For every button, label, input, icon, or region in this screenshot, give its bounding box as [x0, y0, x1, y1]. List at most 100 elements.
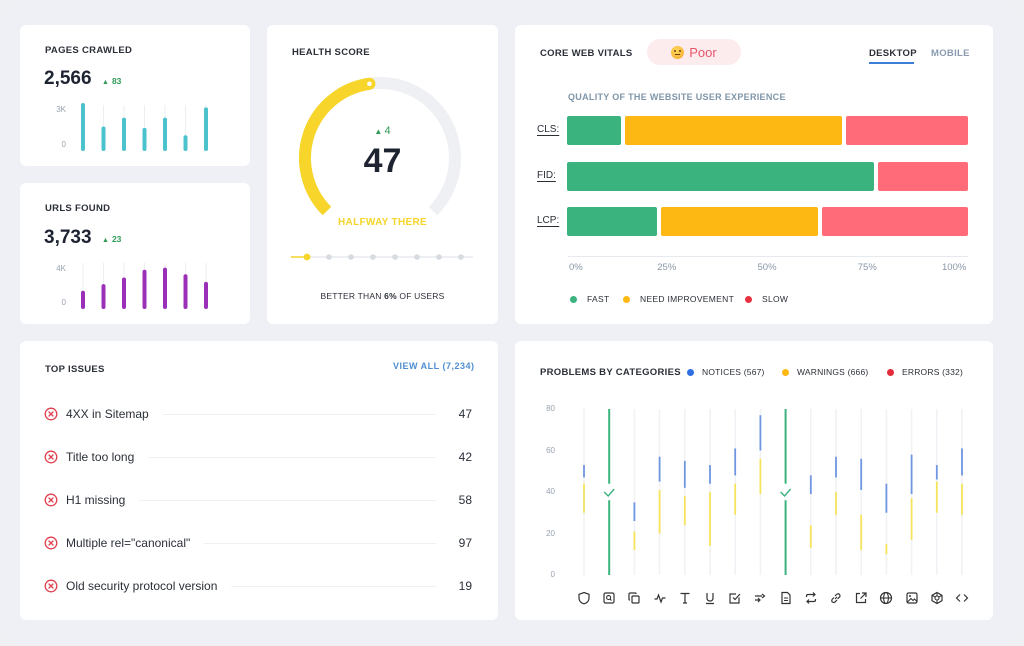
link-icon[interactable]: [829, 591, 843, 605]
underline-icon[interactable]: [703, 591, 717, 605]
cwv-bar-segment[interactable]: [625, 116, 842, 145]
health-status: HALFWAY THERE: [338, 217, 427, 228]
issue-divider: [231, 585, 436, 587]
health-score-title: HEALTH SCORE: [292, 47, 370, 58]
check-icon: [780, 488, 792, 498]
problems-chart: [583, 409, 963, 575]
globe-icon[interactable]: [879, 591, 893, 605]
issue-label: H1 missing: [66, 493, 126, 507]
health-score-card[interactable]: HEALTH SCORE ▲ 4 47 HALFWAY THERE BETTER…: [267, 25, 498, 324]
health-delta-value: 4: [384, 125, 391, 137]
legend-dot-icon: [570, 295, 577, 303]
issue-row[interactable]: 4XX in Sitemap 47: [44, 404, 472, 424]
gauge-knob-center: [367, 81, 372, 87]
problems-y-tick: 40: [546, 487, 555, 496]
step-dot: [392, 254, 398, 260]
problems-legend-item[interactable]: ERRORS (332): [887, 367, 963, 377]
shield-icon[interactable]: [577, 591, 591, 605]
urls-found-card[interactable]: URLS FOUND 3,733 ▲ 23 4K 0: [20, 183, 250, 324]
structure-icon[interactable]: [930, 591, 944, 605]
legend-label: NEED IMPROVEMENT: [640, 294, 735, 304]
issue-divider: [148, 456, 436, 458]
core-web-vitals-card[interactable]: CORE WEB VITALS Poor DESKTOP MOBILE QUAL…: [515, 25, 993, 324]
cwv-bar-segment[interactable]: [821, 207, 968, 236]
legend-dot-icon: [687, 368, 694, 376]
copy-icon[interactable]: [627, 591, 641, 605]
cwv-row-label[interactable]: CLS:: [537, 124, 559, 135]
comparison-suffix: OF USERS: [396, 291, 445, 301]
urls-found-delta-value: 23: [111, 234, 122, 244]
urls-found-value: 3,733: [44, 227, 92, 248]
error-circle-icon: [44, 450, 58, 464]
cwv-bar-segment[interactable]: [877, 162, 968, 191]
cwv-legend-item: NEED IMPROVEMENT: [623, 294, 734, 304]
y-label-min: 0: [61, 140, 66, 149]
problems-y-tick: 60: [546, 445, 555, 455]
step-dot: [458, 254, 464, 260]
cwv-row-label[interactable]: FID:: [537, 170, 556, 181]
health-progress-steps: [291, 253, 473, 261]
issue-row[interactable]: Old security protocol version 19: [44, 576, 472, 596]
external-link-icon[interactable]: [854, 591, 868, 605]
y-label-max: 3K: [56, 105, 66, 114]
issue-count: 19: [458, 579, 472, 593]
document-icon[interactable]: [779, 591, 793, 605]
issue-row[interactable]: H1 missing 58: [44, 490, 472, 510]
step-dot: [414, 254, 420, 260]
cwv-bar-segment[interactable]: [567, 116, 622, 145]
issue-label: Multiple rel="canonical": [66, 536, 191, 550]
legend-label: FAST: [587, 294, 610, 304]
redirect-chain-icon[interactable]: [753, 591, 767, 605]
problems-card[interactable]: PROBLEMS BY CATEGORIES NOTICES (567) WARN…: [515, 341, 993, 620]
y-label-min: 0: [61, 298, 66, 307]
cwv-chart: CLS: FID: LCP: 0% 25% 50% 75% 100%: [515, 25, 993, 285]
issue-count: 42: [458, 450, 472, 464]
search-page-icon[interactable]: [602, 591, 616, 605]
view-all-link[interactable]: VIEW ALL (7,234): [393, 361, 475, 371]
cwv-row-label[interactable]: LCP:: [537, 215, 559, 226]
problems-title: PROBLEMS BY CATEGORIES: [540, 367, 681, 378]
top-issues-title: TOP ISSUES: [45, 364, 105, 375]
up-triangle-icon: ▲: [102, 237, 109, 244]
legend-dot-icon: [887, 368, 894, 376]
cwv-x-tick: 0%: [569, 262, 583, 273]
cwv-bar-segment[interactable]: [845, 116, 968, 145]
text-icon[interactable]: [678, 591, 692, 605]
health-score-value: 47: [363, 142, 402, 180]
legend-label: WARNINGS (666): [797, 367, 869, 377]
repeat-icon[interactable]: [804, 591, 818, 605]
cwv-bar-segment[interactable]: [661, 207, 818, 236]
step-dot: [303, 253, 311, 261]
issue-row[interactable]: Title too long 42: [44, 447, 472, 467]
y-label-max: 4K: [56, 264, 66, 273]
checkbox-icon[interactable]: [728, 591, 742, 605]
urls-found-chart: [81, 263, 208, 309]
pages-crawled-card[interactable]: PAGES CRAWLED 2,566 ▲ 83 3K 0: [20, 25, 250, 166]
problems-y-tick: 20: [546, 528, 555, 538]
cwv-axis-line: [568, 256, 968, 257]
cwv-x-tick: 25%: [657, 262, 677, 273]
step-dot: [436, 254, 442, 260]
pulse-icon[interactable]: [653, 591, 667, 605]
error-circle-icon: [44, 407, 58, 421]
error-circle-icon: [44, 579, 58, 593]
cwv-bar-segment[interactable]: [567, 207, 658, 236]
pages-crawled-value: 2,566: [44, 68, 92, 89]
legend-label: SLOW: [762, 294, 789, 304]
image-icon[interactable]: [905, 591, 919, 605]
error-circle-icon: [44, 493, 58, 507]
top-issues-card[interactable]: TOP ISSUES VIEW ALL (7,234) 4XX in Sitem…: [20, 341, 498, 620]
issue-label: Title too long: [66, 450, 135, 464]
error-circle-icon: [44, 536, 58, 550]
problems-legend-item[interactable]: NOTICES (567): [687, 367, 765, 377]
code-icon[interactable]: [955, 591, 969, 605]
issue-divider: [204, 542, 436, 544]
issue-count: 97: [458, 536, 472, 550]
issue-row[interactable]: Multiple rel="canonical" 97: [44, 533, 472, 553]
problems-legend-item[interactable]: WARNINGS (666): [782, 367, 868, 377]
urls-found-delta: ▲ 23: [102, 234, 121, 244]
check-icon: [603, 488, 615, 498]
issue-count: 58: [458, 493, 472, 507]
legend-label: NOTICES (567): [702, 367, 765, 377]
cwv-bar-segment[interactable]: [567, 162, 874, 191]
